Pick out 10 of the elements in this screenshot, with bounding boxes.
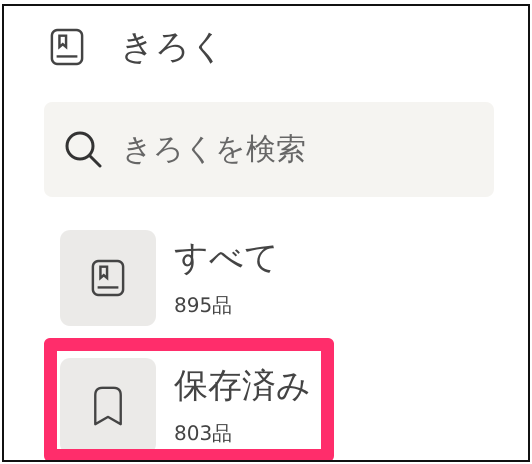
list-item-tile[interactable] [60, 230, 156, 326]
item-count: 895品 [174, 292, 234, 318]
book-icon [50, 28, 84, 66]
list-title[interactable]: すべて [174, 236, 279, 280]
list-title[interactable]: 保存済み [174, 364, 311, 408]
search-field[interactable]: きろくを検索 [44, 102, 494, 197]
page-title: きろく [120, 26, 225, 69]
book-icon [91, 258, 125, 298]
item-count: 803品 [174, 420, 234, 446]
bookmark-icon [91, 386, 125, 426]
